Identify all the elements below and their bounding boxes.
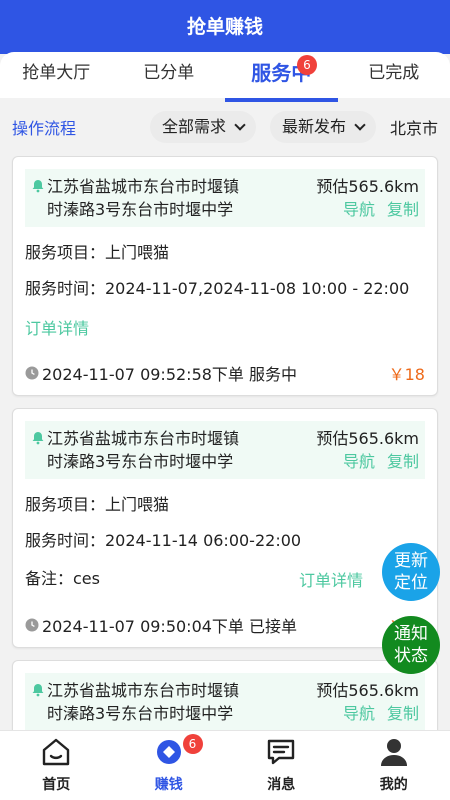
address-line: 江苏省盐城市东台市时堰镇: [47, 681, 240, 700]
navigate-link[interactable]: 导航: [343, 704, 375, 723]
clock-icon: [25, 366, 39, 380]
address-line: 江苏省盐城市东台市时堰镇: [47, 429, 240, 448]
message-icon: [268, 739, 295, 765]
navigate-link[interactable]: 导航: [343, 452, 375, 471]
address-line: 时溱路3号东台市时堰中学: [47, 704, 234, 723]
order-tabs: 抢单大厅 已分单 服务中 6 已完成: [0, 52, 450, 102]
bell-icon: [32, 432, 44, 445]
earn-icon: [156, 740, 181, 764]
copy-link[interactable]: 复制: [387, 704, 419, 723]
nav-home[interactable]: 首页: [0, 731, 113, 800]
tab-assigned[interactable]: 已分单: [113, 52, 226, 98]
order-card: 江苏省盐城市东台市时堰镇 时溱路3号东台市时堰中学 预估565.6km 导航 复制…: [12, 408, 438, 648]
nav-earn[interactable]: 6 赚钱: [113, 731, 226, 800]
demand-filter-dropdown[interactable]: 全部需求: [149, 111, 256, 143]
nav-messages[interactable]: 消息: [225, 731, 338, 800]
address-line: 江苏省盐城市东台市时堰镇: [47, 177, 240, 196]
order-detail-link[interactable]: 订单详情: [299, 567, 363, 591]
navigate-link[interactable]: 导航: [343, 200, 375, 219]
page-title: 抢单赚钱: [186, 16, 263, 38]
operation-flow-link[interactable]: 操作流程: [12, 115, 76, 139]
distance-label: 预估565.6km: [316, 177, 419, 196]
copy-link[interactable]: 复制: [387, 200, 419, 219]
clock-icon: [25, 618, 39, 632]
nav-profile[interactable]: 我的: [338, 731, 450, 800]
service-item: 服务项目：上门喂猫: [25, 243, 170, 262]
tab-badge: 6: [297, 55, 317, 75]
notify-status-button[interactable]: 通知 状态: [382, 616, 440, 674]
address-block: 江苏省盐城市东台市时堰镇 时溱路3号东台市时堰中学 预估565.6km 导航 复制: [25, 673, 425, 731]
service-time: 服务时间：2024-11-07,2024-11-08 10:00 - 22:00: [25, 279, 410, 298]
address-line: 时溱路3号东台市时堰中学: [47, 200, 234, 219]
filter-bar: 操作流程 全部需求 最新发布 北京市: [0, 98, 450, 156]
order-note: 备注：ces: [25, 569, 100, 588]
service-time: 服务时间：2024-11-14 06:00-22:00: [25, 531, 302, 550]
tab-hall[interactable]: 抢单大厅: [0, 52, 113, 98]
update-location-button[interactable]: 更新 定位: [382, 543, 440, 601]
distance-label: 预估565.6km: [316, 681, 419, 700]
app-header: 抢单赚钱: [0, 0, 450, 54]
order-price: ￥18: [388, 365, 425, 384]
profile-icon: [380, 739, 407, 766]
nav-badge: 6: [182, 734, 203, 754]
distance-label: 预估565.6km: [316, 429, 419, 448]
service-item: 服务项目：上门喂猫: [25, 495, 170, 514]
bell-icon: [32, 684, 44, 697]
chevron-down-icon: [234, 119, 246, 131]
home-icon: [43, 738, 70, 766]
order-card: 江苏省盐城市东台市时堰镇 时溱路3号东台市时堰中学 预估565.6km 导航 复制…: [12, 156, 438, 396]
order-status-text: 2024-11-07 09:52:58下单 服务中: [42, 365, 298, 384]
city-selector[interactable]: 北京市: [390, 115, 438, 139]
tab-completed[interactable]: 已完成: [338, 52, 450, 98]
copy-link[interactable]: 复制: [387, 452, 419, 471]
sort-filter-dropdown[interactable]: 最新发布: [269, 111, 376, 143]
address-block: 江苏省盐城市东台市时堰镇 时溱路3号东台市时堰中学 预估565.6km 导航 复制: [25, 169, 425, 227]
order-status-text: 2024-11-07 09:50:04下单 已接单: [42, 617, 298, 636]
chevron-down-icon: [354, 119, 366, 131]
address-line: 时溱路3号东台市时堰中学: [47, 452, 234, 471]
order-detail-link[interactable]: 订单详情: [25, 315, 89, 339]
address-block: 江苏省盐城市东台市时堰镇 时溱路3号东台市时堰中学 预估565.6km 导航 复制: [25, 421, 425, 479]
bell-icon: [32, 180, 44, 193]
tab-in-service[interactable]: 服务中 6: [225, 52, 338, 102]
bottom-nav: 首页 6 赚钱 消息 我的: [0, 730, 450, 800]
